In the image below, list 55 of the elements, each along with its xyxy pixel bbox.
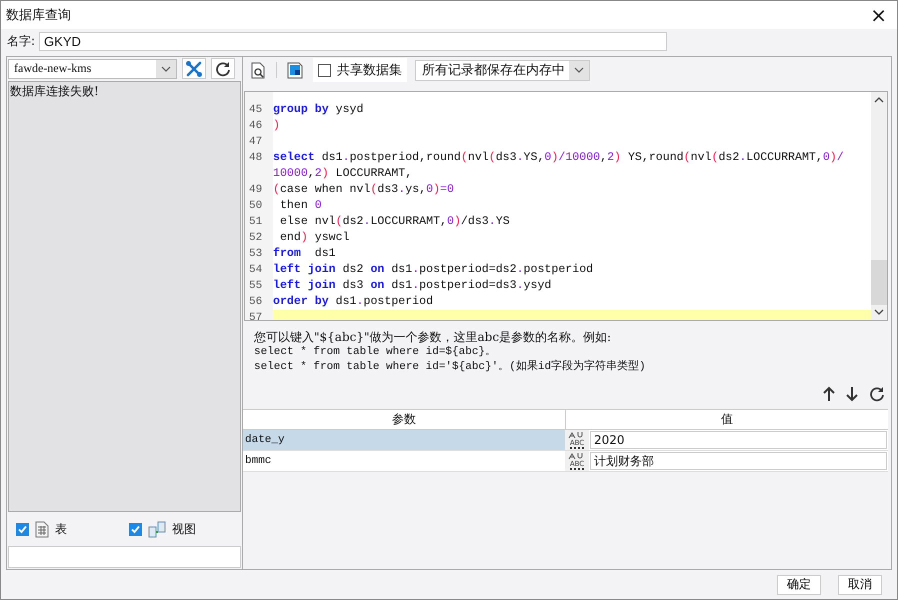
parameter-value-field[interactable]: 2020 — [590, 431, 887, 449]
checkbox[interactable] — [16, 522, 29, 536]
checkbox[interactable] — [129, 522, 142, 536]
filter-input-field[interactable] — [8, 546, 241, 568]
close-button[interactable]: × — [870, 5, 887, 25]
line-number: 57 — [245, 310, 273, 320]
column-header: 参数 — [243, 410, 566, 429]
share-dataset-label: 共享数据集 — [337, 62, 402, 79]
code-line: else nvl(ds2.LOCCURRAMT,0)/ds3.YS — [278, 214, 511, 230]
storage-mode-dropdown[interactable]: 所有记录都保存在内存中 — [415, 60, 590, 80]
ok-button[interactable]: 确定 — [777, 574, 821, 594]
parameter-value-field[interactable]: 计划财务部 — [590, 452, 887, 470]
connection-dropdown[interactable]: fawde-new-kms — [8, 58, 177, 78]
chevron-down-icon — [574, 67, 584, 73]
chevron-down-icon — [161, 66, 171, 72]
parameter-name-cell[interactable]: bmmc — [243, 451, 565, 471]
code-line: left join ds3 on ds1.postperiod=ds3.ysyd — [273, 278, 552, 294]
code-line: order by ds1.postperiod — [273, 294, 434, 310]
save-icon — [287, 62, 303, 78]
tools-icon — [185, 60, 203, 78]
code-line: end) yswcl — [278, 230, 351, 246]
code-line: then 0 — [278, 198, 323, 214]
arrow-up-icon[interactable] — [823, 386, 835, 402]
save-button[interactable] — [285, 60, 305, 80]
column-header: 值 — [720, 411, 734, 428]
scrollbar[interactable] — [871, 92, 887, 320]
checkbox[interactable] — [318, 64, 331, 76]
filter-label: 表 — [55, 520, 67, 538]
code-line: (case when nvl(ds3.ys,0)=0 — [273, 182, 455, 198]
tools-button[interactable] — [182, 58, 206, 79]
code-line: ) — [273, 118, 281, 134]
name-label: 名字: — [7, 32, 36, 50]
cancel-button[interactable]: 取消 — [838, 574, 882, 594]
scroll-thumb[interactable] — [871, 260, 887, 305]
parameter-name-cell[interactable]: date_y — [243, 430, 565, 450]
help-text: select * from table where id=${abc}。 — [254, 345, 498, 360]
scroll-up-icon[interactable] — [874, 96, 884, 104]
arrow-down-icon[interactable] — [846, 386, 858, 402]
name-input-field[interactable]: GKYD — [39, 32, 668, 50]
view-icon — [148, 520, 166, 538]
window-title: 数据库查询 — [6, 7, 71, 24]
help-text: 您可以键入"${abc}"做为一个参数，这里abc是参数的名称。例如: — [254, 329, 612, 345]
table-document-icon — [35, 520, 49, 538]
sql-editor[interactable] — [244, 91, 888, 321]
document-search-icon — [251, 62, 266, 78]
scroll-down-icon[interactable] — [874, 308, 884, 316]
refresh-icon[interactable] — [869, 386, 885, 402]
help-text: select * from table where id='${abc}'。(如果id字段为字符串类型) — [254, 360, 647, 375]
refresh-button[interactable] — [211, 58, 235, 79]
code-line: from ds1 — [273, 246, 337, 262]
code-line: group by ysyd — [273, 102, 364, 118]
filter-label: 视图 — [172, 520, 196, 538]
error-message: 数据库连接失败! — [10, 84, 99, 98]
code-line: left join ds2 on ds1.postperiod=ds2.postperiod — [273, 262, 594, 278]
refresh-icon — [215, 60, 231, 76]
